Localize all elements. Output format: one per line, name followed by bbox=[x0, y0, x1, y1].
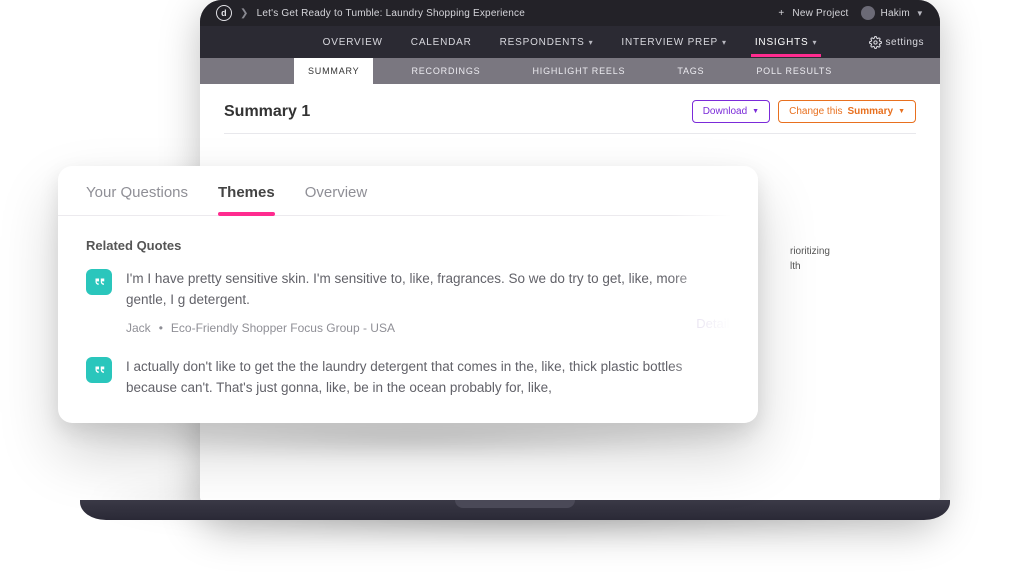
quote-author: Jack bbox=[126, 321, 151, 335]
chevron-down-icon: ▾ bbox=[722, 38, 727, 47]
nav-label: OVERVIEW bbox=[323, 37, 383, 48]
divider bbox=[224, 133, 916, 134]
change-summary-button[interactable]: Change this Summary ▼ bbox=[778, 100, 916, 123]
chevron-down-icon: ▼ bbox=[916, 9, 924, 18]
tab-your-questions[interactable]: Your Questions bbox=[86, 184, 188, 215]
quote-text: I actually don't like to get the the lau… bbox=[126, 357, 730, 399]
nav-calendar[interactable]: CALENDAR bbox=[411, 37, 472, 48]
breadcrumb-chevron-icon: ❯ bbox=[240, 8, 249, 19]
titlebar: d ❯ Let's Get Ready to Tumble: Laundry S… bbox=[200, 0, 940, 26]
quote-icon bbox=[86, 269, 112, 295]
gear-icon bbox=[869, 36, 882, 49]
subnav-tags[interactable]: TAGS bbox=[663, 58, 718, 84]
subnav-recordings[interactable]: RECORDINGS bbox=[397, 58, 494, 84]
chevron-down-icon: ▼ bbox=[752, 108, 759, 115]
chevron-down-icon: ▼ bbox=[898, 108, 905, 115]
subnav-summary[interactable]: SUMMARY bbox=[294, 58, 373, 84]
fragment-line: lth bbox=[790, 259, 830, 274]
plus-icon: + bbox=[778, 8, 784, 19]
quote-row: I'm I have pretty sensitive skin. I'm se… bbox=[86, 269, 730, 335]
change-label-em: Summary bbox=[847, 106, 893, 117]
nav-interview-prep[interactable]: INTERVIEW PREP ▾ bbox=[621, 37, 726, 48]
nav-label: RESPONDENTS bbox=[500, 37, 585, 48]
sub-nav: SUMMARY RECORDINGS HIGHLIGHT REELS TAGS … bbox=[200, 58, 940, 84]
quote-source: Eco-Friendly Shopper Focus Group - USA bbox=[171, 321, 395, 335]
fragment-line: rioritizing bbox=[790, 244, 830, 259]
details-ghost-link[interactable]: Details bbox=[696, 316, 736, 331]
nav-respondents[interactable]: RESPONDENTS ▾ bbox=[500, 37, 594, 48]
user-menu[interactable]: Hakim ▼ bbox=[861, 6, 924, 20]
nav-label: INTERVIEW PREP bbox=[621, 37, 718, 48]
change-label: Change this bbox=[789, 106, 842, 117]
quote-icon bbox=[86, 357, 112, 383]
laptop-base bbox=[80, 500, 950, 520]
summary-title: Summary 1 bbox=[224, 103, 310, 121]
obscured-text-fragment: rioritizing lth bbox=[790, 244, 830, 274]
quote-meta: Jack • Eco-Friendly Shopper Focus Group … bbox=[126, 321, 730, 335]
download-label: Download bbox=[703, 106, 747, 117]
panel-tabs: Your Questions Themes Overview bbox=[58, 166, 758, 216]
avatar-icon bbox=[861, 6, 875, 20]
user-name: Hakim bbox=[881, 8, 910, 19]
new-project-label: New Project bbox=[792, 8, 848, 19]
subnav-highlight-reels[interactable]: HIGHLIGHT REELS bbox=[518, 58, 639, 84]
nav-insights[interactable]: INSIGHTS▾ bbox=[755, 37, 817, 48]
chevron-down-icon: ▾ bbox=[589, 38, 594, 47]
themes-panel: Your Questions Themes Overview Related Q… bbox=[58, 166, 758, 423]
project-title[interactable]: Let's Get Ready to Tumble: Laundry Shopp… bbox=[257, 8, 525, 19]
summary-header: Summary 1 Download ▼ Change this Summary… bbox=[200, 84, 940, 133]
section-title: Related Quotes bbox=[86, 238, 730, 253]
app-logo-icon: d bbox=[216, 5, 232, 21]
card-shadow bbox=[50, 420, 770, 460]
quote-text: I'm I have pretty sensitive skin. I'm se… bbox=[126, 269, 730, 311]
nav-label: INSIGHTS bbox=[755, 37, 809, 48]
tab-overview[interactable]: Overview bbox=[305, 184, 368, 215]
nav-label: CALENDAR bbox=[411, 37, 472, 48]
settings-button[interactable]: settings bbox=[869, 36, 924, 49]
main-nav: OVERVIEW CALENDAR RESPONDENTS ▾ INTERVIEW… bbox=[200, 26, 940, 58]
chevron-down-icon: ▾ bbox=[812, 38, 817, 47]
tab-themes[interactable]: Themes bbox=[218, 184, 275, 215]
new-project-button[interactable]: + New Project bbox=[778, 8, 848, 19]
quote-row: I actually don't like to get the the lau… bbox=[86, 357, 730, 399]
subnav-poll-results[interactable]: POLL RESULTS bbox=[742, 58, 846, 84]
settings-label: settings bbox=[886, 37, 924, 48]
panel-body: Related Quotes I'm I have pretty sensiti… bbox=[58, 216, 758, 399]
nav-overview[interactable]: OVERVIEW bbox=[323, 37, 383, 48]
download-button[interactable]: Download ▼ bbox=[692, 100, 770, 123]
